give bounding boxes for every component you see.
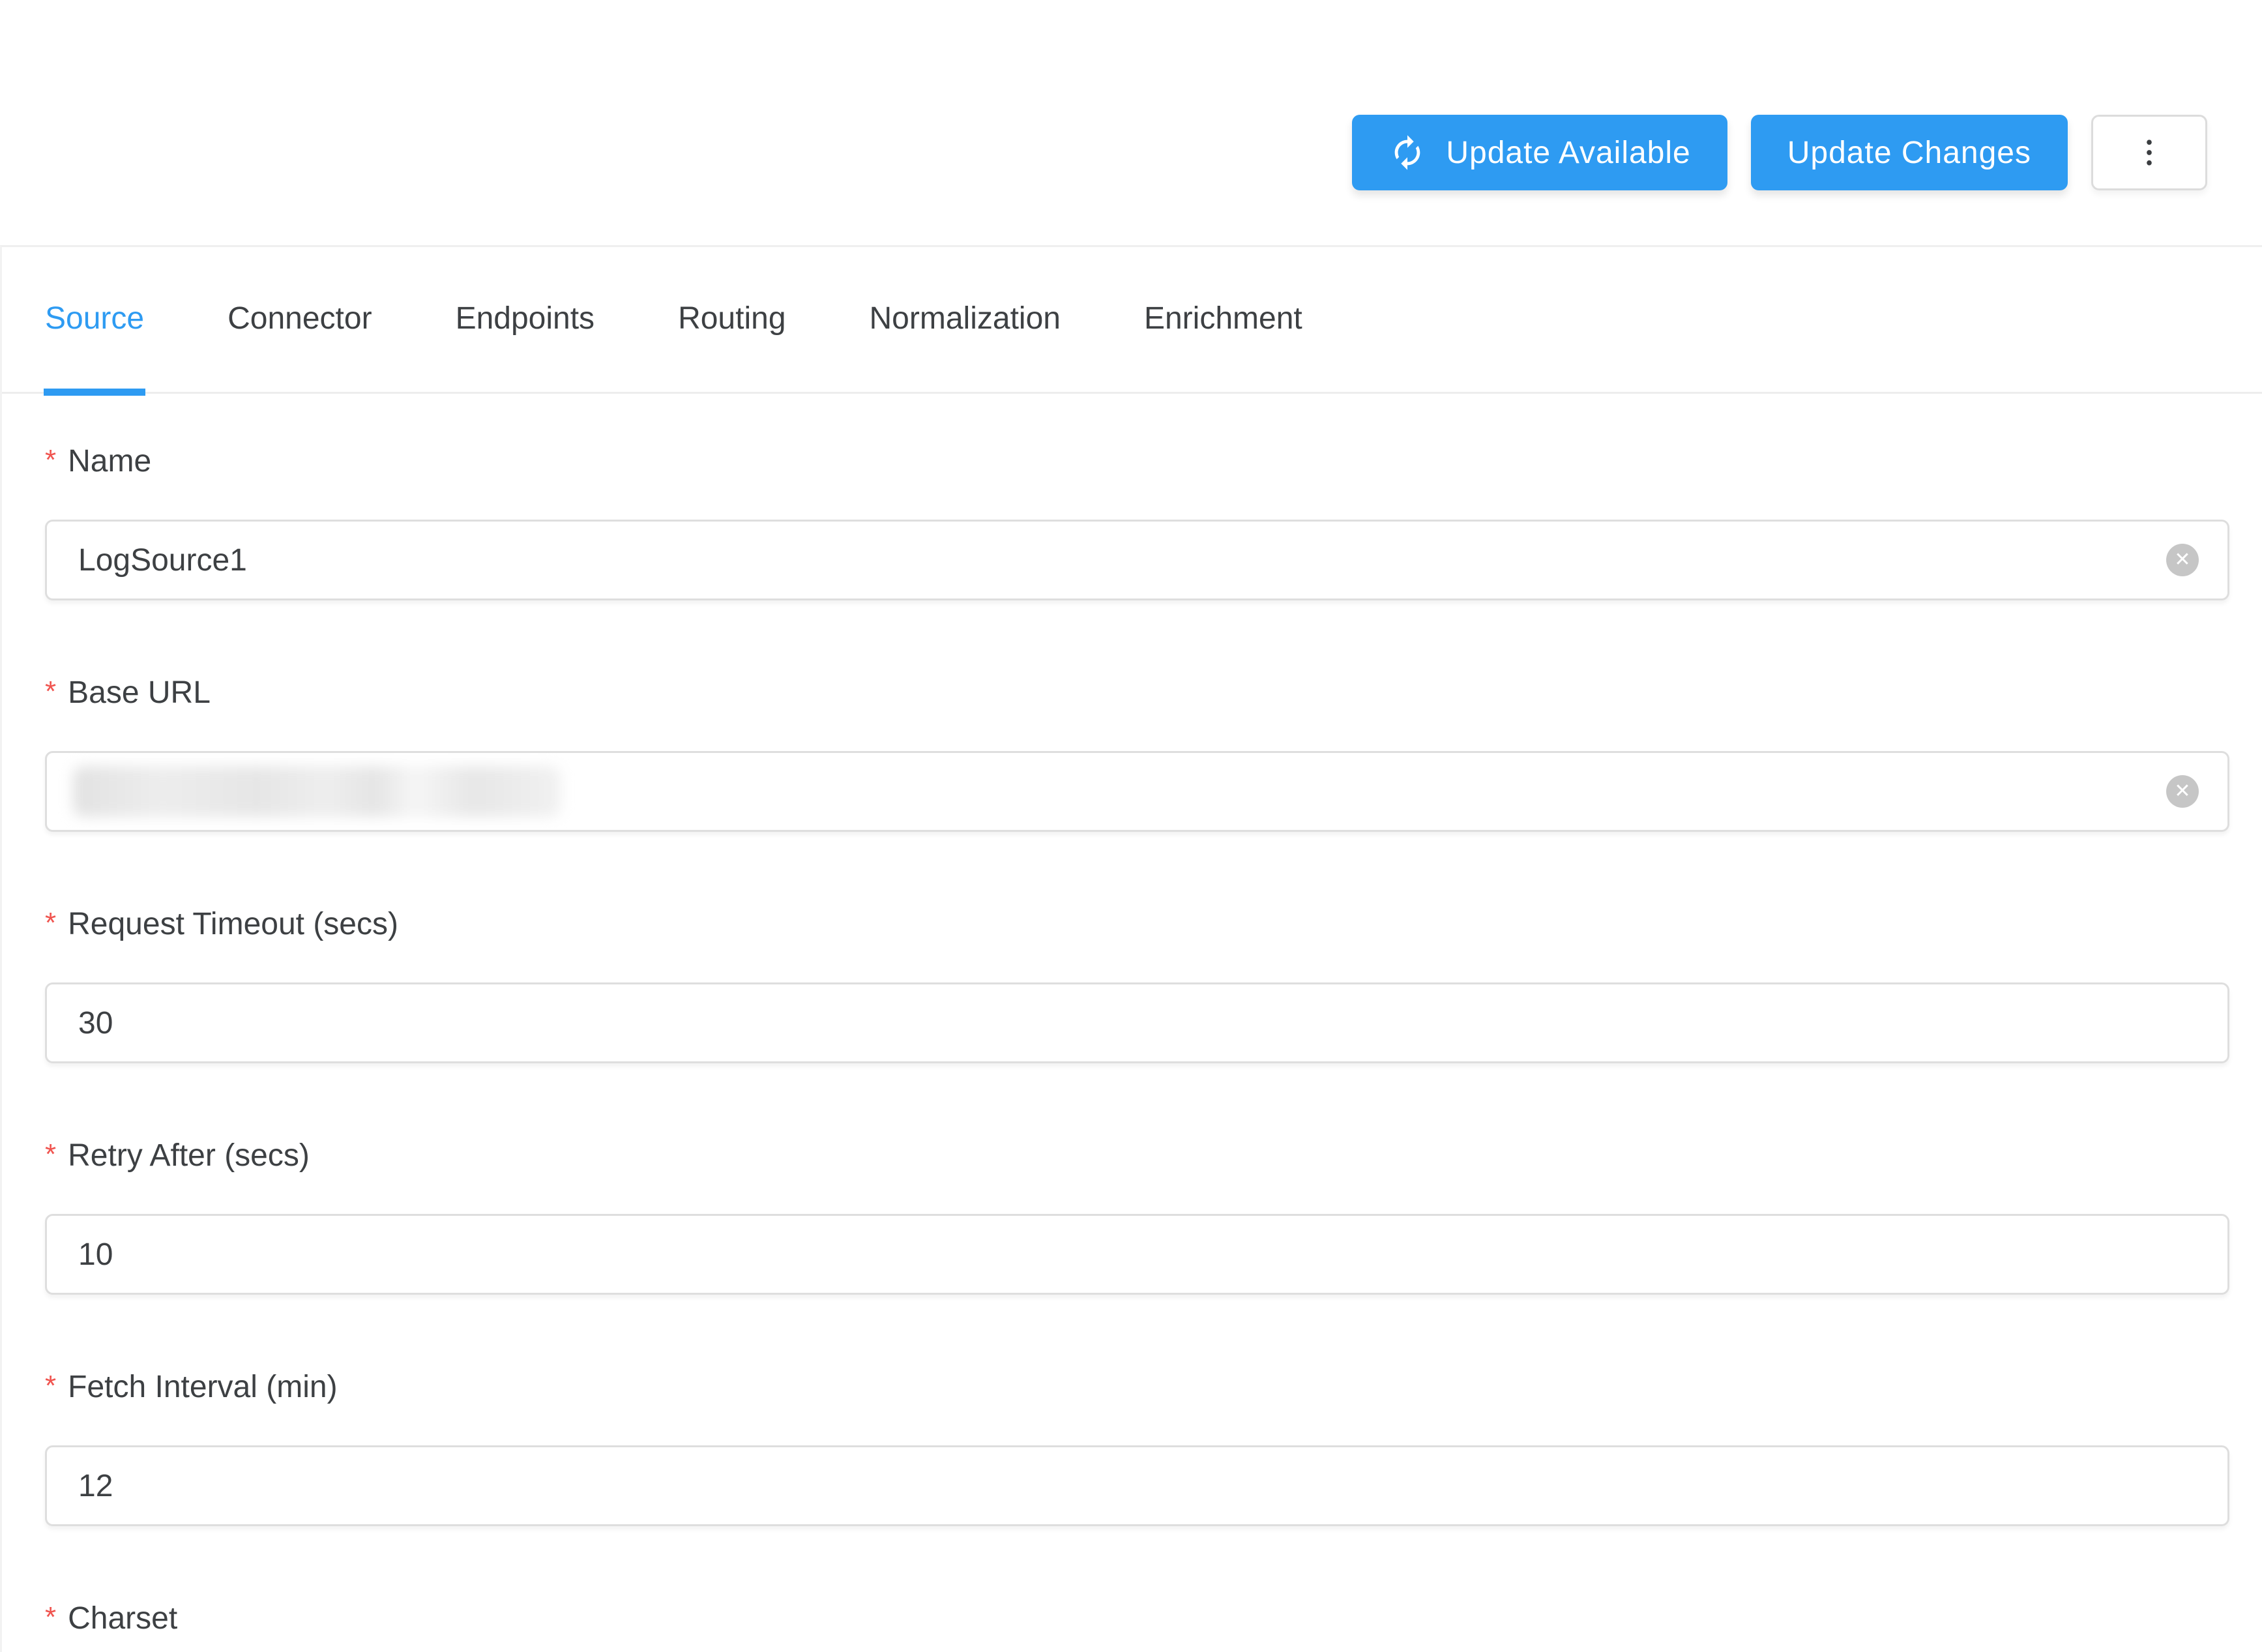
tab-bar: Source Connector Endpoints Routing Norma… <box>2 247 2262 394</box>
fetch-interval-label-text: Fetch Interval (min) <box>68 1369 337 1405</box>
more-options-button[interactable] <box>2091 115 2207 190</box>
field-charset: * Charset <box>45 1600 2229 1636</box>
header-actions: Update Available Update Changes <box>0 0 2262 245</box>
retry-after-label: * Retry After (secs) <box>45 1138 2229 1173</box>
request-timeout-label: * Request Timeout (secs) <box>45 906 2229 942</box>
clear-icon[interactable]: ✕ <box>2166 775 2199 808</box>
charset-label: * Charset <box>45 1600 2229 1636</box>
base-url-label: * Base URL <box>45 675 2229 711</box>
base-url-input[interactable]: ✕ <box>45 751 2229 832</box>
name-input-value: LogSource1 <box>78 542 247 578</box>
required-asterisk: * <box>45 1600 56 1634</box>
fetch-interval-input[interactable]: 12 <box>45 1445 2229 1526</box>
fetch-interval-label: * Fetch Interval (min) <box>45 1369 2229 1405</box>
source-form: * Name LogSource1 ✕ * Base URL ✕ * Requ <box>2 394 2262 1636</box>
retry-after-label-text: Retry After (secs) <box>68 1138 310 1173</box>
fetch-interval-input-value: 12 <box>78 1468 113 1504</box>
tab-endpoints[interactable]: Endpoints <box>456 302 595 392</box>
retry-after-input[interactable]: 10 <box>45 1214 2229 1295</box>
tab-routing[interactable]: Routing <box>678 302 786 392</box>
required-asterisk: * <box>45 906 56 940</box>
name-input[interactable]: LogSource1 ✕ <box>45 520 2229 600</box>
update-changes-button[interactable]: Update Changes <box>1751 115 2068 190</box>
request-timeout-input[interactable]: 30 <box>45 982 2229 1063</box>
required-asterisk: * <box>45 443 56 477</box>
retry-after-input-value: 10 <box>78 1237 113 1273</box>
name-label-text: Name <box>68 443 151 479</box>
tab-enrichment[interactable]: Enrichment <box>1144 302 1302 392</box>
redacted-value <box>73 766 561 817</box>
tab-connector[interactable]: Connector <box>228 302 372 392</box>
update-changes-label: Update Changes <box>1787 135 2031 171</box>
update-available-label: Update Available <box>1446 135 1690 171</box>
field-fetch-interval: * Fetch Interval (min) 12 <box>45 1369 2229 1526</box>
required-asterisk: * <box>45 675 56 709</box>
charset-label-text: Charset <box>68 1600 177 1636</box>
required-asterisk: * <box>45 1138 56 1172</box>
field-name: * Name LogSource1 ✕ <box>45 443 2229 600</box>
request-timeout-input-value: 30 <box>78 1005 113 1041</box>
base-url-label-text: Base URL <box>68 675 211 711</box>
request-timeout-label-text: Request Timeout (secs) <box>68 906 398 942</box>
required-asterisk: * <box>45 1369 56 1403</box>
update-available-button[interactable]: Update Available <box>1352 115 1727 190</box>
kebab-vertical-icon <box>2132 135 2167 170</box>
tab-source[interactable]: Source <box>45 302 144 392</box>
clear-icon[interactable]: ✕ <box>2166 544 2199 576</box>
sync-icon <box>1388 134 1426 171</box>
field-retry-after: * Retry After (secs) 10 <box>45 1138 2229 1295</box>
field-base-url: * Base URL ✕ <box>45 675 2229 832</box>
settings-panel: Source Connector Endpoints Routing Norma… <box>0 245 2262 1652</box>
name-label: * Name <box>45 443 2229 479</box>
tab-normalization[interactable]: Normalization <box>870 302 1061 392</box>
field-request-timeout: * Request Timeout (secs) 30 <box>45 906 2229 1063</box>
